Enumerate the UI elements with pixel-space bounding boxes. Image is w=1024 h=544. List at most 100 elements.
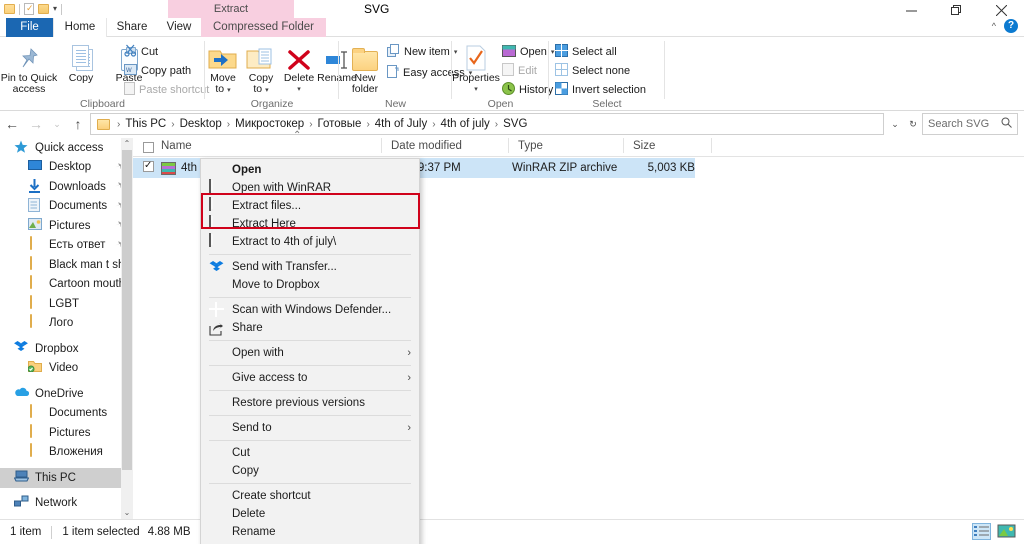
collapse-ribbon-icon[interactable]: ^ — [992, 21, 996, 31]
restore-button[interactable] — [934, 0, 979, 20]
sidebar-item-quick-access[interactable]: Quick access — [0, 138, 133, 158]
menu-item-give-access-to[interactable]: Give access to › — [201, 369, 419, 387]
search-input[interactable]: Search SVG — [922, 113, 1018, 135]
tab-file[interactable]: File — [6, 18, 53, 37]
pin-to-quick-access-button[interactable]: Pin to Quick access — [0, 39, 58, 95]
navigation-scrollbar[interactable]: ⌃ ⌄ — [121, 138, 133, 519]
menu-item-delete[interactable]: Delete — [201, 505, 419, 523]
menu-icon-placeholder — [209, 162, 226, 178]
new-item-button[interactable]: New item ▾ — [387, 43, 457, 61]
tab-home[interactable]: Home — [53, 18, 107, 37]
open-button[interactable]: Open ▾ — [502, 43, 554, 61]
scroll-up-icon[interactable]: ⌃ — [121, 138, 133, 150]
sidebar-item-onedrive[interactable]: OneDrive — [0, 384, 133, 404]
sidebar-item-downloads[interactable]: Downloads — [0, 177, 133, 197]
sidebar-item-desktop[interactable]: Desktop — [0, 158, 133, 178]
column-divider[interactable] — [711, 138, 712, 153]
breadcrumb-item-4th-of-july[interactable]: 4th of july — [439, 118, 492, 130]
edit-button[interactable]: Edit — [502, 62, 537, 80]
forward-button[interactable]: → — [24, 112, 48, 136]
breadcrumb-item-svg[interactable]: SVG — [501, 118, 529, 130]
sidebar-item-вложения[interactable]: Вложения — [0, 443, 133, 463]
paste-shortcut-button[interactable]: Paste shortcut — [124, 81, 209, 99]
chevron-down-icon[interactable]: ▾ — [53, 1, 57, 17]
menu-item-extract-to-folder[interactable]: Extract to 4th of july\ — [201, 233, 419, 251]
copy-to-button[interactable]: Copy to ▾ — [243, 39, 279, 96]
invert-selection-button[interactable]: Invert selection — [555, 81, 646, 99]
breadcrumb[interactable]: › This PC › Desktop › Микростокер › Гото… — [90, 113, 884, 135]
up-button[interactable]: ↑ — [66, 112, 90, 136]
menu-item-copy[interactable]: Copy — [201, 462, 419, 480]
select-all-checkbox[interactable] — [143, 142, 154, 156]
dropbox-icon — [14, 340, 30, 357]
sidebar-item-documents[interactable]: Documents — [0, 197, 133, 217]
menu-item-restore-previous-versions[interactable]: Restore previous versions — [201, 394, 419, 412]
column-header-type[interactable]: Type — [518, 140, 543, 152]
menu-item-share[interactable]: Share — [201, 319, 419, 337]
column-header-size[interactable]: Size — [633, 140, 655, 152]
properties-icon[interactable] — [24, 2, 34, 15]
new-folder-icon[interactable] — [38, 4, 49, 14]
column-header-name[interactable]: Name — [161, 140, 192, 152]
column-divider[interactable] — [381, 138, 382, 153]
menu-item-open-with[interactable]: Open with › — [201, 344, 419, 362]
select-all-button[interactable]: Select all — [555, 43, 617, 61]
back-button[interactable]: ← — [0, 112, 24, 136]
menu-item-send-to[interactable]: Send to › — [201, 419, 419, 437]
contextual-tab-group-extract[interactable]: Extract — [168, 0, 294, 18]
sidebar-item-есть-ответ[interactable]: Есть ответ — [0, 236, 133, 256]
recent-locations-button[interactable]: ⌄ — [48, 112, 66, 136]
close-button[interactable] — [979, 0, 1024, 20]
minimize-button[interactable] — [889, 0, 934, 20]
address-history-button[interactable]: ⌄ — [886, 112, 904, 136]
help-icon[interactable]: ? — [1004, 19, 1018, 33]
menu-item-open[interactable]: Open — [201, 161, 419, 179]
copy-path-button[interactable]: W Copy path — [124, 62, 191, 80]
tab-compressed-folder-tools[interactable]: Compressed Folder Tools — [201, 18, 326, 52]
menu-item-rename[interactable]: Rename — [201, 523, 419, 541]
sidebar-item-video[interactable]: Video — [0, 359, 133, 379]
tab-share[interactable]: Share — [107, 18, 157, 37]
column-divider[interactable] — [508, 138, 509, 153]
menu-item-extract-here[interactable]: Extract Here — [201, 215, 419, 233]
large-icons-view-button[interactable] — [997, 523, 1016, 540]
sidebar-item-lgbt[interactable]: LGBT — [0, 294, 133, 314]
sidebar-item-лого[interactable]: Лого — [0, 314, 133, 334]
scrollbar-thumb[interactable] — [122, 150, 132, 470]
refresh-button[interactable]: ↻ — [904, 112, 922, 136]
sidebar-item-this-pc[interactable]: This PC — [0, 468, 133, 488]
tab-view[interactable]: View — [157, 18, 201, 37]
sidebar-item-pictures[interactable]: Pictures — [0, 216, 133, 236]
sidebar-item-dropbox[interactable]: Dropbox — [0, 339, 133, 359]
details-view-button[interactable] — [972, 523, 991, 540]
menu-item-move-to-dropbox[interactable]: Move to Dropbox — [201, 276, 419, 294]
sidebar-item-pictures[interactable]: Pictures — [0, 423, 133, 443]
menu-item-send-with-transfer[interactable]: Send with Transfer... — [201, 258, 419, 276]
breadcrumb-item-mikrostoker[interactable]: Микростокер — [233, 118, 306, 130]
quick-access-toolbar[interactable]: ▾ — [4, 1, 63, 17]
folder-icon[interactable] — [4, 4, 15, 14]
menu-item-create-shortcut[interactable]: Create shortcut — [201, 487, 419, 505]
new-folder-button[interactable]: New folder — [343, 39, 387, 95]
breadcrumb-item-gotovye[interactable]: Готовые — [316, 118, 364, 130]
cut-button[interactable]: Cut — [124, 43, 158, 61]
properties-button[interactable]: Properties ▾ — [448, 39, 504, 95]
sidebar-item-cartoon-mouth[interactable]: Cartoon mouth — [0, 275, 133, 295]
select-none-button[interactable]: Select none — [555, 62, 630, 80]
move-to-button[interactable]: Move to ▾ — [205, 39, 241, 96]
sidebar-item-network[interactable]: Network — [0, 494, 133, 514]
sidebar-item-documents[interactable]: Documents — [0, 404, 133, 424]
breadcrumb-item-4th-of-July[interactable]: 4th of July — [373, 118, 429, 130]
row-checkbox[interactable] — [143, 159, 154, 175]
menu-item-scan-with-windows-defender[interactable]: Scan with Windows Defender... — [201, 301, 419, 319]
scroll-down-icon[interactable]: ⌄ — [121, 507, 133, 519]
column-divider[interactable] — [623, 138, 624, 153]
column-header-date-modified[interactable]: Date modified — [391, 140, 462, 152]
history-button[interactable]: History — [502, 81, 553, 99]
breadcrumb-item-this-pc[interactable]: This PC — [123, 118, 168, 130]
sidebar-item-black-man-t-shirt[interactable]: Black man t shirt — [0, 255, 133, 275]
breadcrumb-item-desktop[interactable]: Desktop — [178, 118, 224, 130]
menu-item-extract-files[interactable]: Extract files... — [201, 197, 419, 215]
menu-item-open-with-winrar[interactable]: Open with WinRAR — [201, 179, 419, 197]
menu-item-cut[interactable]: Cut — [201, 444, 419, 462]
